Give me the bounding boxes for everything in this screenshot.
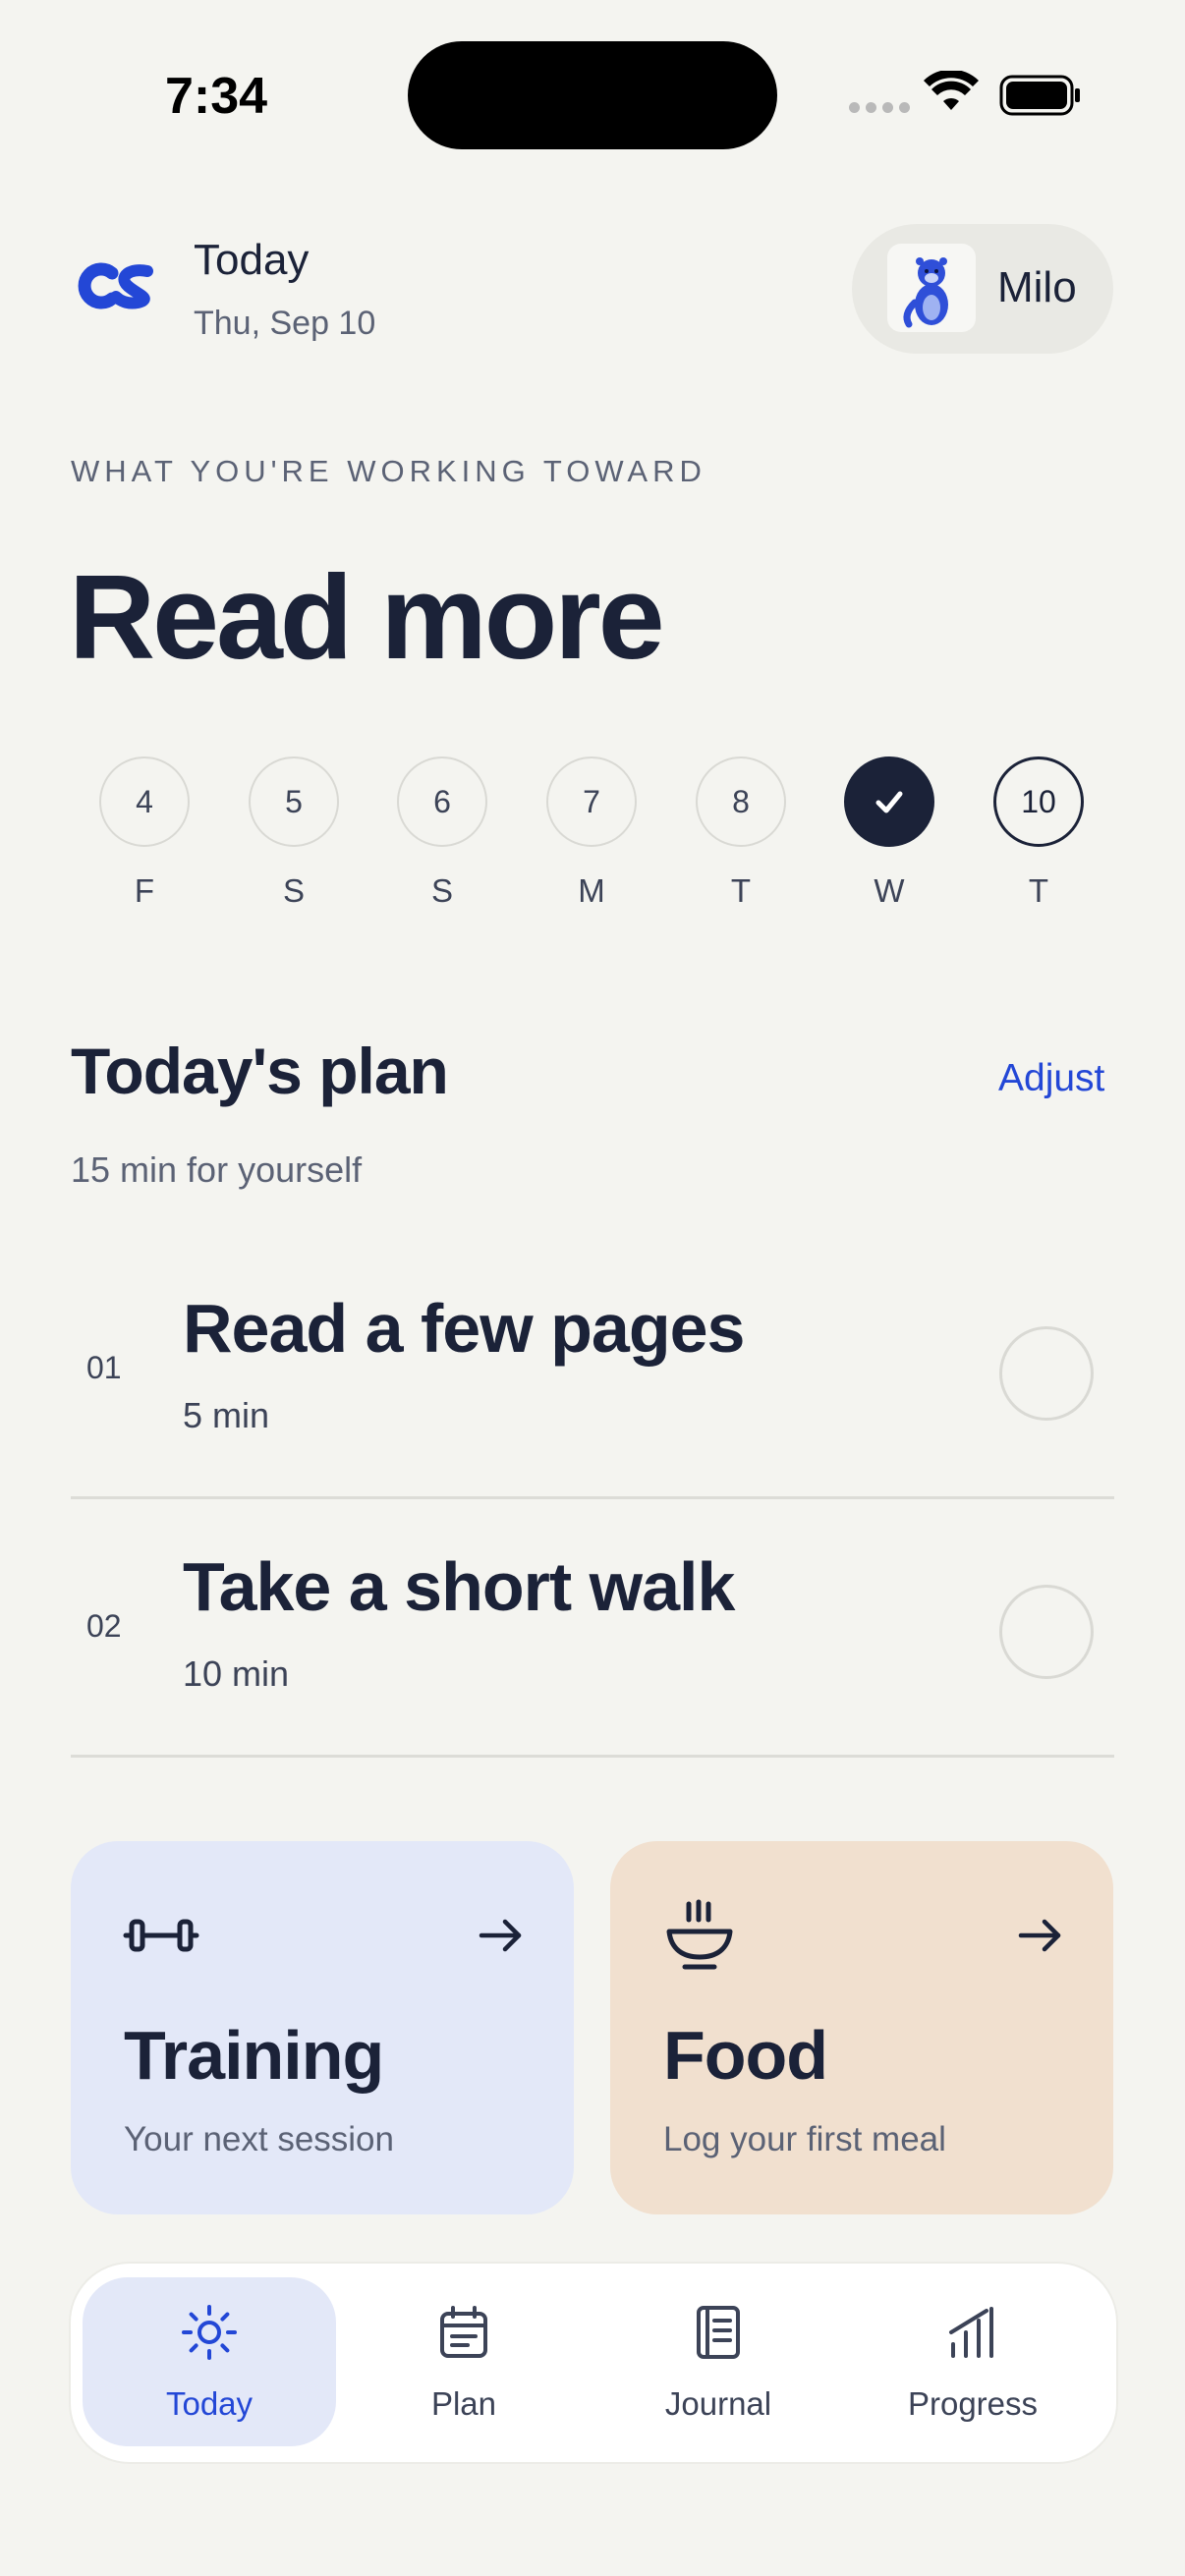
- task-checkbox[interactable]: [999, 1585, 1094, 1679]
- nav-tab-journal[interactable]: Journal: [592, 2277, 845, 2446]
- profile-name: Milo: [997, 263, 1077, 311]
- nav-tab-plan[interactable]: Plan: [337, 2277, 591, 2446]
- task-duration: 10 min: [183, 1653, 290, 1694]
- food-subtitle: Log your first meal: [663, 2120, 946, 2158]
- task-name: Take a short walk: [183, 1548, 735, 1625]
- week-day-today[interactable]: 10 T: [993, 756, 1084, 910]
- day-letter: T: [730, 872, 752, 909]
- nav-label: Progress: [907, 2385, 1039, 2422]
- status-time: 7:34: [165, 68, 268, 125]
- dynamic-island: [408, 41, 777, 149]
- day-number: 4: [99, 756, 190, 847]
- week-day[interactable]: 7 M: [546, 756, 637, 910]
- day-completed-marker: [844, 756, 934, 847]
- task-number: 01: [86, 1350, 122, 1385]
- day-letter: S: [430, 872, 453, 909]
- food-title: Food: [663, 2017, 828, 2094]
- profile-button[interactable]: Milo: [852, 224, 1113, 354]
- week-day-completed[interactable]: W: [844, 756, 934, 910]
- adjust-link[interactable]: Adjust: [998, 1057, 1104, 1100]
- week-day[interactable]: 8 T: [696, 756, 786, 910]
- day-letter: M: [578, 872, 605, 909]
- brand-logo-icon: [78, 262, 153, 309]
- journal-icon: [697, 2306, 740, 2359]
- day-letter: W: [874, 872, 905, 909]
- day-letter: F: [134, 872, 155, 909]
- task-duration: 5 min: [183, 1395, 270, 1435]
- week-day[interactable]: 4 F: [99, 756, 190, 910]
- task-name: Read a few pages: [183, 1290, 745, 1367]
- day-letter: T: [1028, 872, 1049, 909]
- day-letter: S: [282, 872, 305, 909]
- battery-icon: [999, 75, 1080, 116]
- otter-mascot-icon: [903, 257, 948, 328]
- header-date: Thu, Sep 10: [194, 305, 376, 342]
- goal-title: Read more: [69, 550, 665, 684]
- goal-eyebrow: WHAT YOU'RE WORKING TOWARD: [71, 454, 706, 488]
- food-card[interactable]: Food Log your first meal: [610, 1841, 1113, 2214]
- checkmark-icon: [875, 791, 903, 813]
- cellular-signal-icon: [849, 102, 910, 113]
- week-day[interactable]: 6 S: [397, 756, 487, 910]
- week-strip: 4 F 5 S 6 S 7 M 8 T W 10 T: [0, 756, 1185, 924]
- training-title: Training: [124, 2017, 384, 2094]
- day-number: 6: [397, 756, 487, 847]
- week-day[interactable]: 5 S: [249, 756, 339, 910]
- day-number: 7: [546, 756, 637, 847]
- training-card[interactable]: Training Your next session: [71, 1841, 574, 2214]
- plan-subtitle: 15 min for yourself: [71, 1149, 363, 1190]
- nav-label: Today: [165, 2385, 254, 2422]
- day-number: 5: [249, 756, 339, 847]
- dumbbell-icon: [123, 1919, 199, 1952]
- plan-title: Today's plan: [71, 1035, 449, 1107]
- sun-icon: [182, 2305, 237, 2360]
- today-screen: 7:34 Today Thu, Sep 10 Milo WHAT YOU'RE …: [0, 0, 1185, 2576]
- arrow-right-icon: [479, 1919, 522, 1952]
- day-number: 10: [993, 756, 1084, 847]
- day-number: 8: [696, 756, 786, 847]
- arrow-right-icon: [1018, 1919, 1061, 1952]
- wifi-icon: [924, 71, 979, 110]
- bar-chart-icon: [949, 2307, 993, 2358]
- nav-tab-today[interactable]: Today: [83, 2277, 336, 2446]
- nav-tab-progress[interactable]: Progress: [846, 2277, 1100, 2446]
- nav-label: Plan: [430, 2385, 497, 2422]
- task-row[interactable]: 01 Read a few pages 5 min: [71, 1242, 1114, 1499]
- header-title: Today: [194, 236, 310, 284]
- nav-label: Journal: [664, 2385, 772, 2422]
- calendar-icon: [440, 2306, 487, 2358]
- task-checkbox[interactable]: [999, 1326, 1094, 1421]
- avatar: [887, 244, 976, 332]
- task-row[interactable]: 02 Take a short walk 10 min: [71, 1500, 1114, 1758]
- bottom-nav: Today Plan Journal Progress: [69, 2262, 1118, 2464]
- task-number: 02: [86, 1608, 122, 1644]
- bowl-icon: [666, 1899, 733, 1970]
- training-subtitle: Your next session: [124, 2120, 394, 2158]
